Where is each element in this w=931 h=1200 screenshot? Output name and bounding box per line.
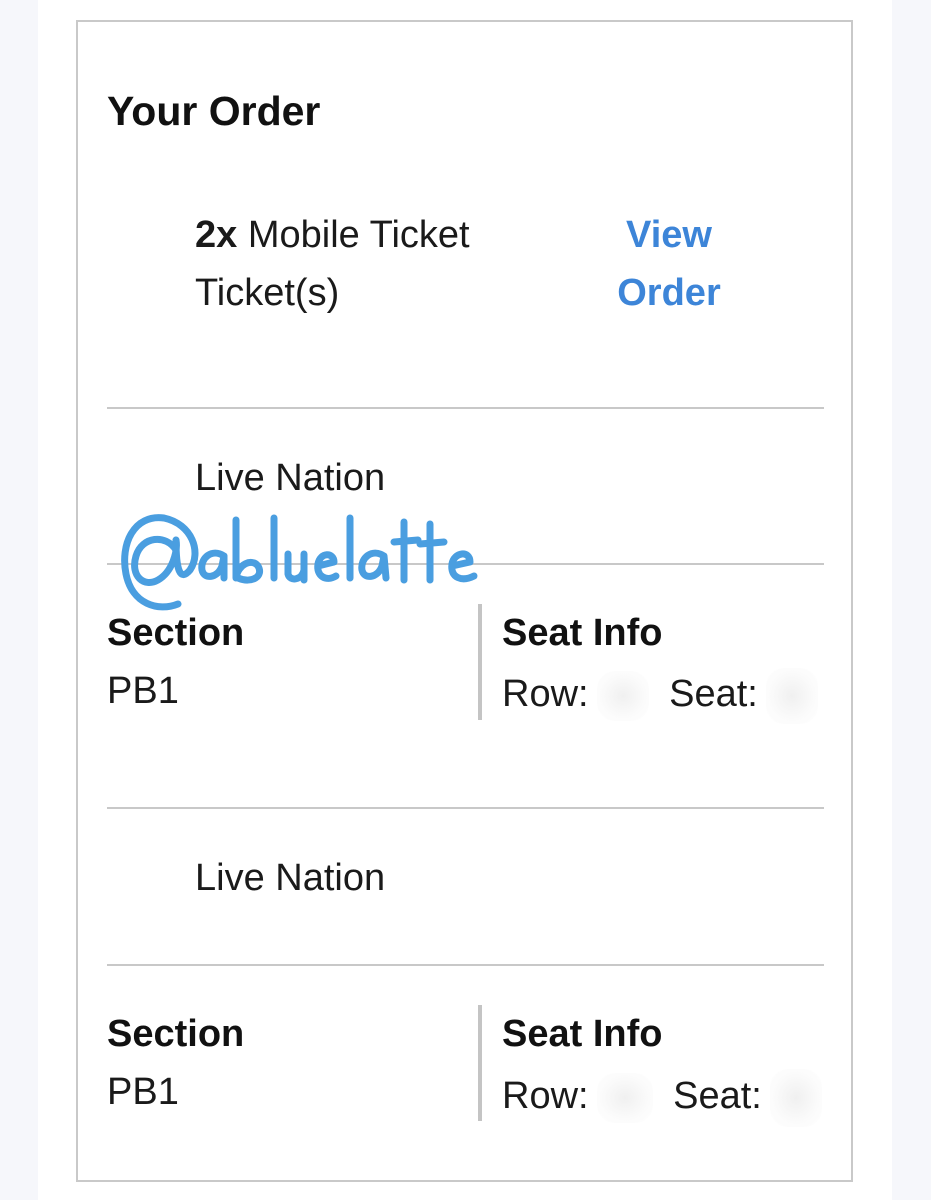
seat-value-redacted: [769, 1069, 822, 1127]
watermark-signature: [121, 514, 478, 611]
ticket-suffix: Ticket(s): [195, 272, 340, 314]
row-value-redacted: [596, 1073, 653, 1123]
divider: [107, 407, 824, 409]
seat-label: Seat:: [673, 1075, 762, 1118]
view-order-label-line2: Order: [617, 272, 721, 314]
page-title: Your Order: [107, 88, 321, 134]
ticket-quantity: 2x: [195, 214, 238, 256]
seat-info-label: Seat Info: [502, 1013, 663, 1055]
section-value: PB1: [107, 1071, 179, 1113]
section-label: Section: [107, 1013, 245, 1055]
view-order-link[interactable]: View Order: [612, 206, 726, 322]
seat-label: Seat:: [669, 673, 758, 716]
view-order-label-line1: View: [626, 214, 712, 256]
seat-value-redacted: [765, 668, 818, 724]
divider: [107, 964, 824, 966]
divider: [107, 807, 824, 809]
seat-info-value: Row: Seat:: [502, 1069, 822, 1127]
row-label: Row:: [502, 673, 589, 716]
organizer-name: Live Nation: [195, 457, 386, 499]
row-label: Row:: [502, 1075, 589, 1118]
seat-info-value: Row: Seat:: [502, 668, 818, 724]
column-divider: [478, 604, 482, 720]
organizer-name: Live Nation: [195, 857, 386, 899]
row-value-redacted: [596, 671, 649, 721]
section-value: PB1: [107, 670, 179, 712]
seat-info-label: Seat Info: [502, 612, 663, 654]
column-divider: [478, 1005, 482, 1121]
order-summary: 2x Mobile Ticket Ticket(s): [195, 206, 585, 322]
ticket-type: Mobile Ticket: [247, 214, 470, 256]
